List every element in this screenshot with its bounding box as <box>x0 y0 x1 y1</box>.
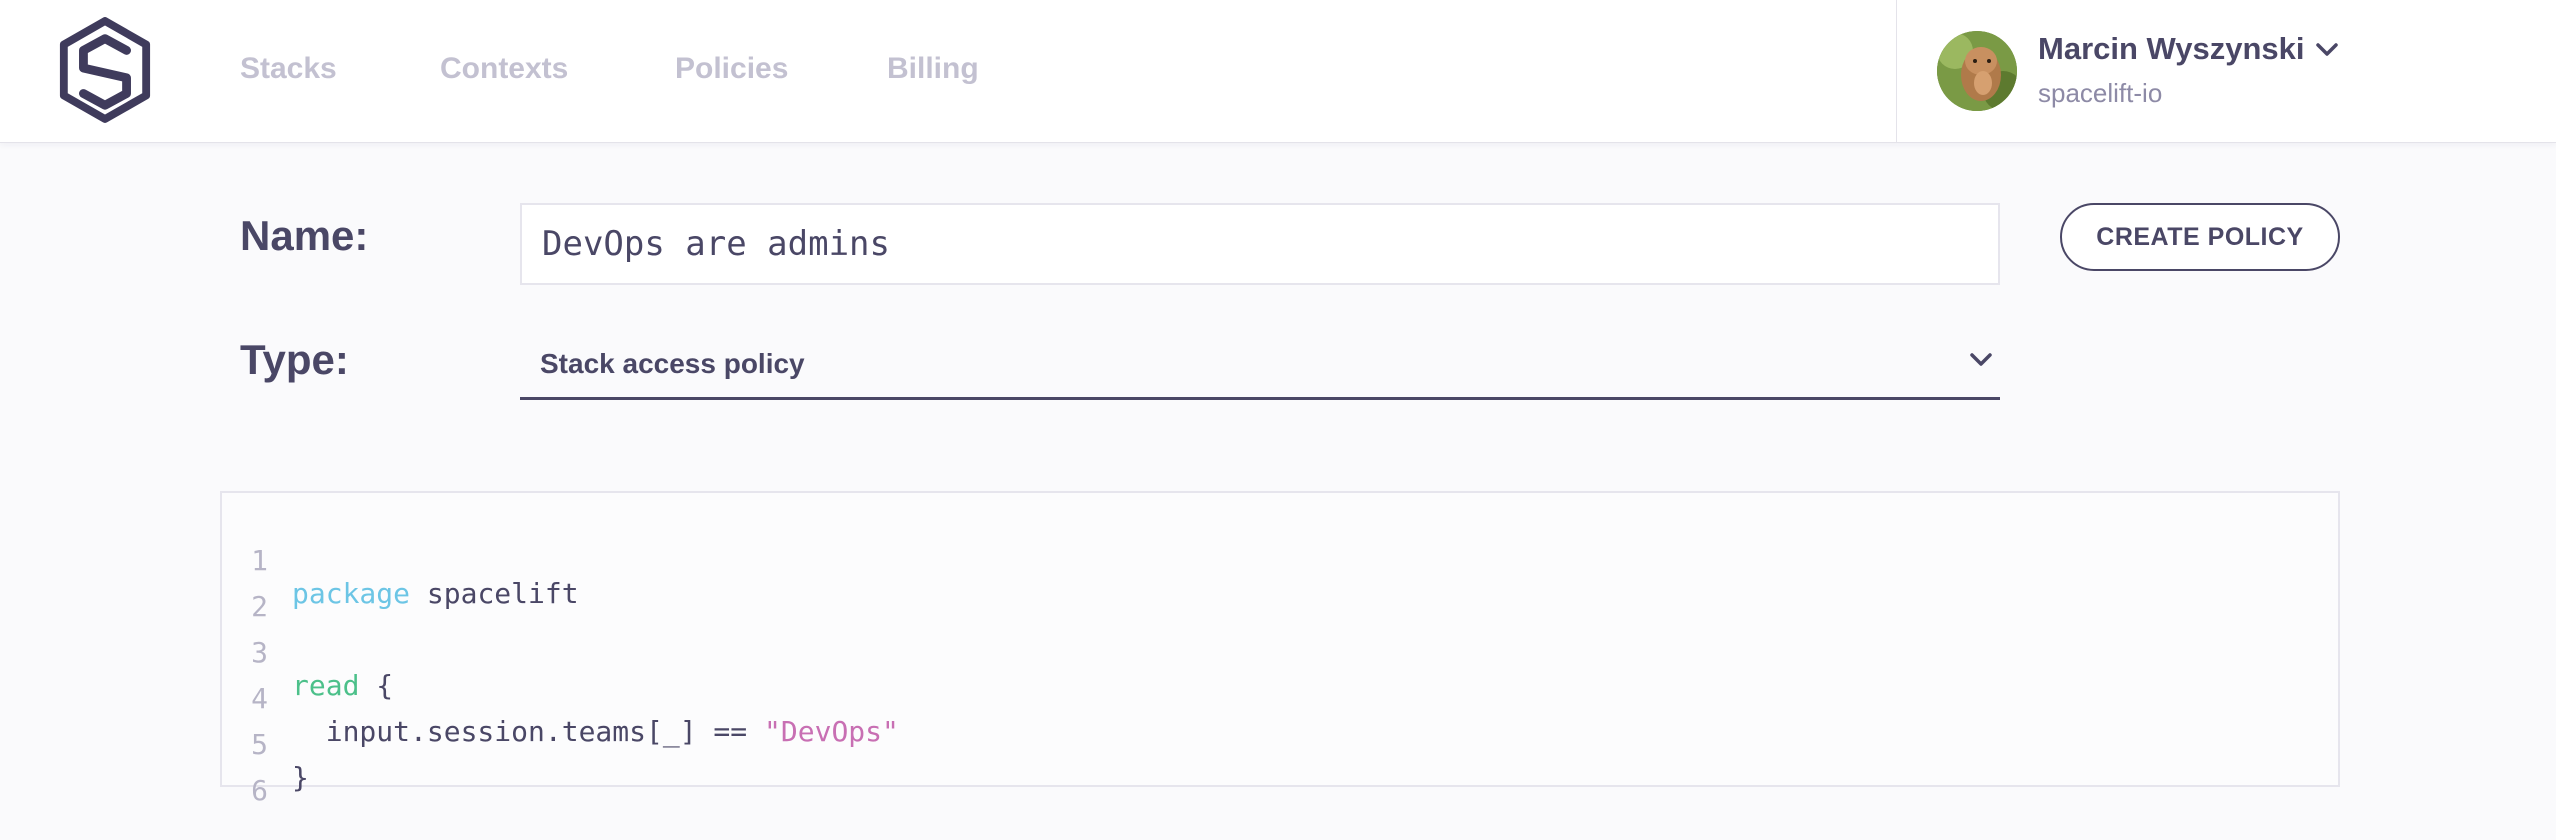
code-line: 5 } <box>222 695 2338 794</box>
user-organization: spacelift-io <box>2038 78 2163 108</box>
policy-type-select[interactable]: Stack access policy <box>520 330 2000 400</box>
name-label: Name: <box>240 212 369 259</box>
user-name[interactable]: Marcin Wyszynski <box>2038 31 2304 67</box>
nav-policies[interactable]: Policies <box>675 52 788 86</box>
nav-billing[interactable]: Billing <box>887 52 979 86</box>
nav-stacks[interactable]: Stacks <box>240 52 337 86</box>
policy-type-value: Stack access policy <box>540 348 805 379</box>
code-line: 6 <box>222 741 2338 807</box>
policy-name-input[interactable] <box>520 203 2000 285</box>
code-line: 3 read { <box>222 603 2338 702</box>
chevron-down-icon[interactable] <box>2314 40 2340 60</box>
spacelift-logo-icon[interactable] <box>56 16 154 126</box>
avatar-image <box>1937 31 2017 111</box>
top-navigation-bar: Stacks Contexts Policies Billing Marcin … <box>0 0 2556 143</box>
nav-contexts[interactable]: Contexts <box>440 52 568 86</box>
code-line: 1 package spacelift <box>222 511 2338 610</box>
user-section-divider <box>1896 0 1897 142</box>
type-label: Type: <box>240 336 349 383</box>
line-number: 6 <box>251 774 268 807</box>
create-policy-button[interactable]: CREATE POLICY <box>2060 203 2340 271</box>
policy-code-editor[interactable]: 1 package spacelift 2 3 read { 4 input.s… <box>220 491 2340 807</box>
code-line: 2 <box>222 557 2338 623</box>
chevron-down-icon <box>1970 353 1992 366</box>
code-line: 4 input.session.teams[_] == "DevOps" <box>222 649 2338 748</box>
user-avatar[interactable] <box>1937 31 2017 111</box>
